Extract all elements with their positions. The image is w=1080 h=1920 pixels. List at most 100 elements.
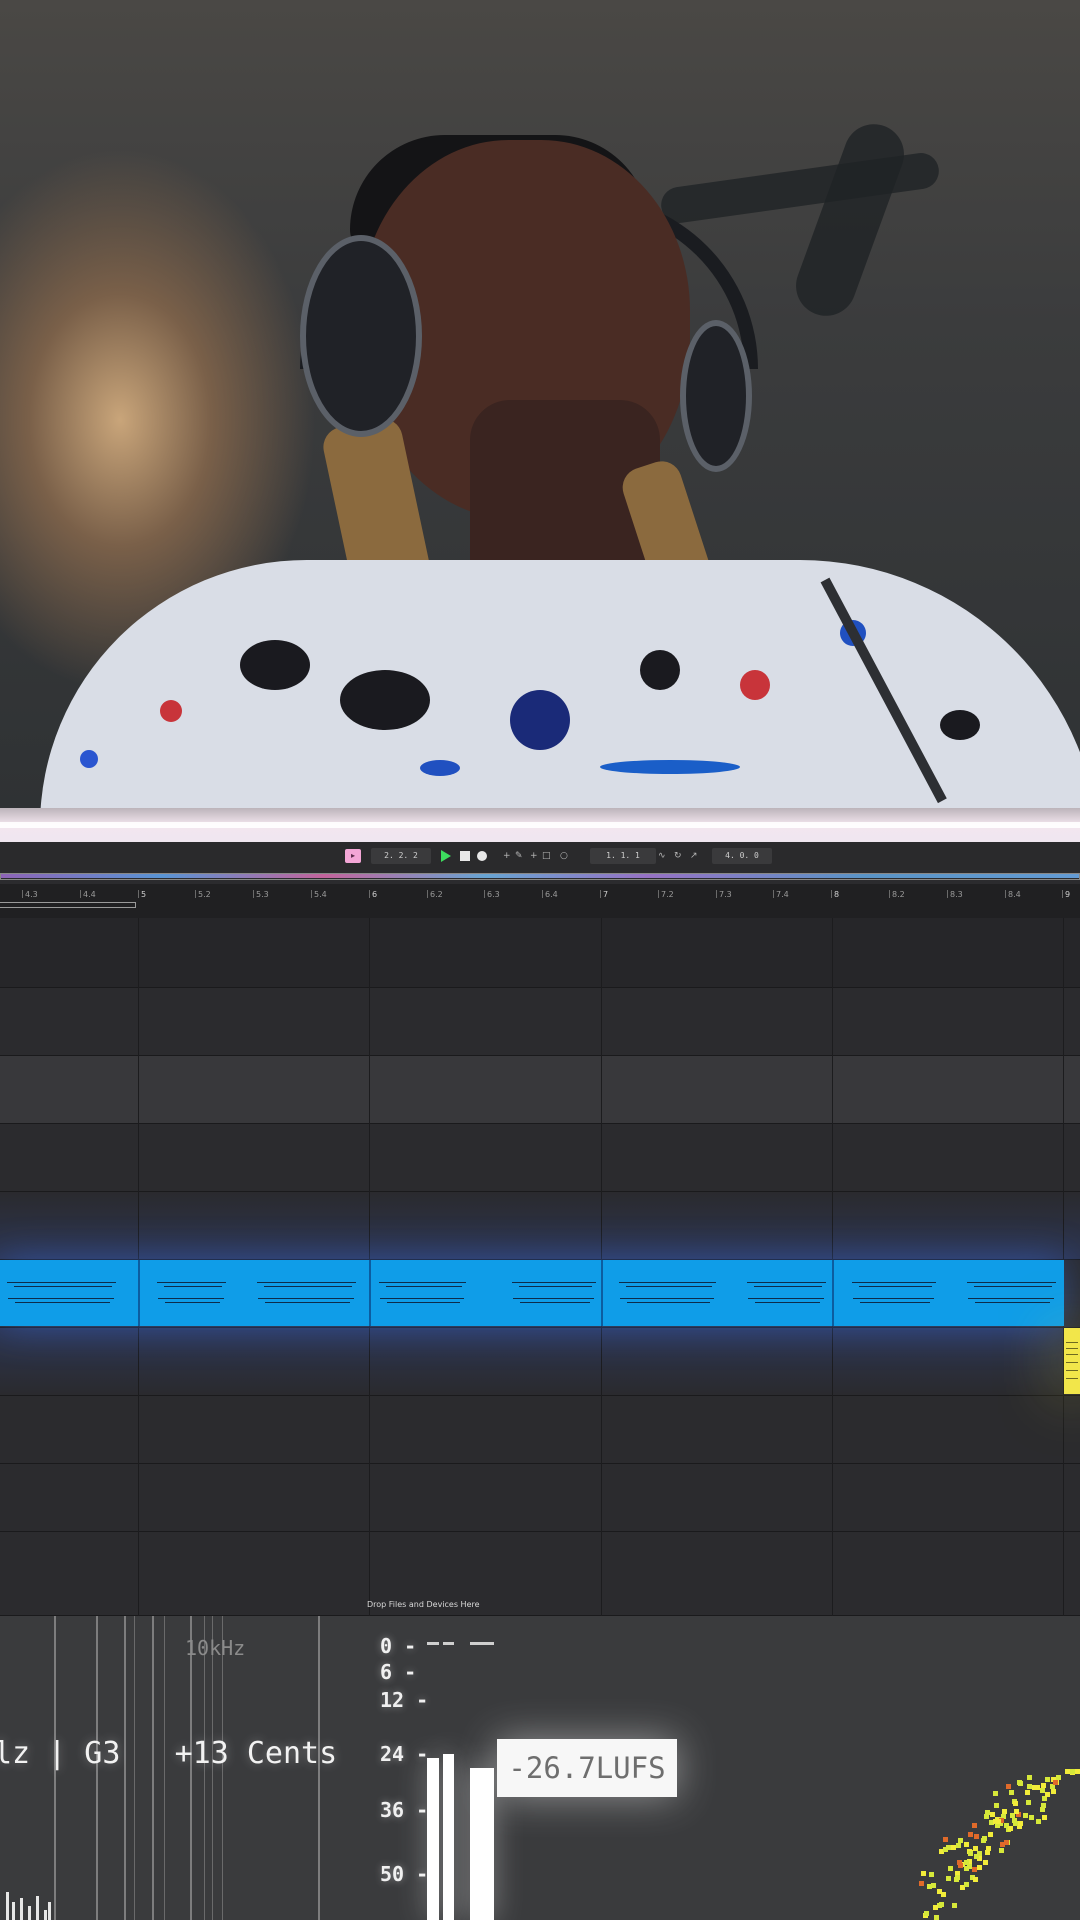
level-meter-right [470, 1768, 494, 1920]
scope-point [1042, 1815, 1047, 1820]
scope-point [994, 1803, 999, 1808]
audio-clip[interactable] [1064, 1328, 1080, 1394]
midi-note [265, 1302, 350, 1303]
scope-point [1025, 1790, 1030, 1795]
ruler-tick [1062, 890, 1063, 898]
ruler-label: 8.2 [892, 890, 905, 899]
drop-files-hint: Drop Files and Devices Here [367, 1600, 480, 1609]
scope-point [1009, 1790, 1014, 1795]
scope-point [1014, 1809, 1019, 1814]
audio-waveform-line [1066, 1378, 1078, 1379]
scope-point [964, 1882, 969, 1887]
track-lane[interactable] [0, 1124, 1080, 1192]
scope-point [1027, 1784, 1032, 1789]
record-icon[interactable] [477, 851, 487, 861]
meter-scale-label: 0 - [380, 1634, 417, 1658]
level-meter-mid [443, 1754, 454, 1920]
midi-note [264, 1286, 352, 1287]
beat-time-ruler[interactable]: 4.3 4.4 5 5.2 5.3 5.4 6 6.2 6.3 6.4 7 7.2 7.3 7.4 8 8.2… [0, 884, 1080, 919]
session-record-icon[interactable]: ○ [560, 850, 568, 862]
midi-note [975, 1302, 1050, 1303]
scope-point [958, 1863, 963, 1868]
track-lane[interactable] [0, 1396, 1080, 1464]
scope-point [1008, 1826, 1013, 1831]
capture-midi-icon[interactable]: □ [542, 850, 551, 862]
midi-note [968, 1298, 1054, 1299]
level-meter-left [427, 1758, 439, 1920]
midi-note [747, 1282, 826, 1283]
scope-point [1036, 1819, 1041, 1824]
track-lane[interactable] [0, 1328, 1080, 1396]
scope-point [924, 1911, 929, 1916]
loop-brace[interactable] [0, 902, 136, 908]
ruler-tick [947, 890, 948, 898]
clip-boundary [601, 1260, 603, 1326]
scope-point [1013, 1821, 1018, 1826]
scope-point [1017, 1780, 1022, 1785]
overview-viewport[interactable] [0, 873, 1080, 880]
ceiling-fan-blade [787, 115, 913, 325]
track-lane[interactable] [0, 1464, 1080, 1532]
loop-length-field[interactable]: 4. 0. 0 [712, 848, 772, 864]
clip-boundary [138, 1260, 140, 1326]
loop-start-field[interactable]: 1. 1. 1 [590, 848, 656, 864]
scope-point [921, 1871, 926, 1876]
ruler-label: 7.3 [719, 890, 732, 899]
track-lane[interactable] [0, 1192, 1080, 1260]
draw-mode-icon[interactable]: ∿ [658, 850, 666, 862]
midi-note [967, 1282, 1056, 1283]
track-lane[interactable] [0, 988, 1080, 1056]
midi-clip[interactable] [0, 1260, 1064, 1326]
meter-scale-label: 24 - [380, 1742, 429, 1766]
arrangement-overview[interactable] [0, 870, 1080, 884]
midi-note [860, 1302, 930, 1303]
track-lane[interactable] [0, 1056, 1080, 1124]
ruler-label: 6.2 [430, 890, 443, 899]
audio-waveform-line [1066, 1354, 1078, 1355]
scope-point [1026, 1800, 1031, 1805]
midi-note [619, 1282, 716, 1283]
track-lane[interactable] [0, 1532, 1080, 1616]
ruler-label: 7.2 [661, 890, 674, 899]
re-enable-automation-icon[interactable]: + [530, 850, 538, 862]
scope-point [954, 1877, 959, 1882]
midi-note [852, 1282, 936, 1283]
meter-peak-mid [443, 1642, 454, 1645]
ruler-label: 9 [1065, 890, 1071, 899]
stop-icon[interactable] [460, 851, 470, 861]
scope-point [1045, 1792, 1050, 1797]
ruler-tick [889, 890, 890, 898]
loop-icon[interactable]: ↻ [674, 850, 682, 862]
midi-note [974, 1286, 1052, 1287]
scope-point [1075, 1769, 1080, 1774]
scope-point [1040, 1807, 1045, 1812]
ruler-tick [542, 890, 543, 898]
pitch-readout: lz | G3 +13 Cents [0, 1736, 338, 1771]
overdub-icon[interactable]: + [503, 850, 511, 862]
song-position-field[interactable]: 2. 2. 2 [371, 848, 431, 864]
ruler-tick [369, 890, 370, 898]
play-icon[interactable] [441, 850, 451, 862]
audio-waveform-line [1066, 1370, 1078, 1371]
ruler-tick [138, 890, 139, 898]
ruler-tick [831, 890, 832, 898]
scope-point [1040, 1788, 1045, 1793]
midi-note [520, 1302, 590, 1303]
midi-note [157, 1282, 226, 1283]
scope-point [943, 1837, 948, 1842]
scope-point [983, 1860, 988, 1865]
midi-note [387, 1302, 460, 1303]
webcam-border [0, 808, 1080, 842]
midi-note [748, 1298, 824, 1299]
ruler-label: 5.3 [256, 890, 269, 899]
automation-arm-icon[interactable]: ✎ [515, 850, 523, 862]
scope-point [943, 1847, 948, 1852]
spectrum-analyzer: 10kHz lz | G3 +13 Cents 0 - 6 - 12 - 24 … [0, 1616, 1080, 1920]
track-lane[interactable] [0, 918, 1080, 988]
follow-button[interactable]: ▸ [345, 849, 361, 863]
punch-out-icon[interactable]: ↗ [690, 850, 698, 862]
ruler-label: 4.4 [83, 890, 96, 899]
scope-point [948, 1866, 953, 1871]
scope-point [931, 1883, 936, 1888]
arrangement-view[interactable] [0, 918, 1080, 1616]
